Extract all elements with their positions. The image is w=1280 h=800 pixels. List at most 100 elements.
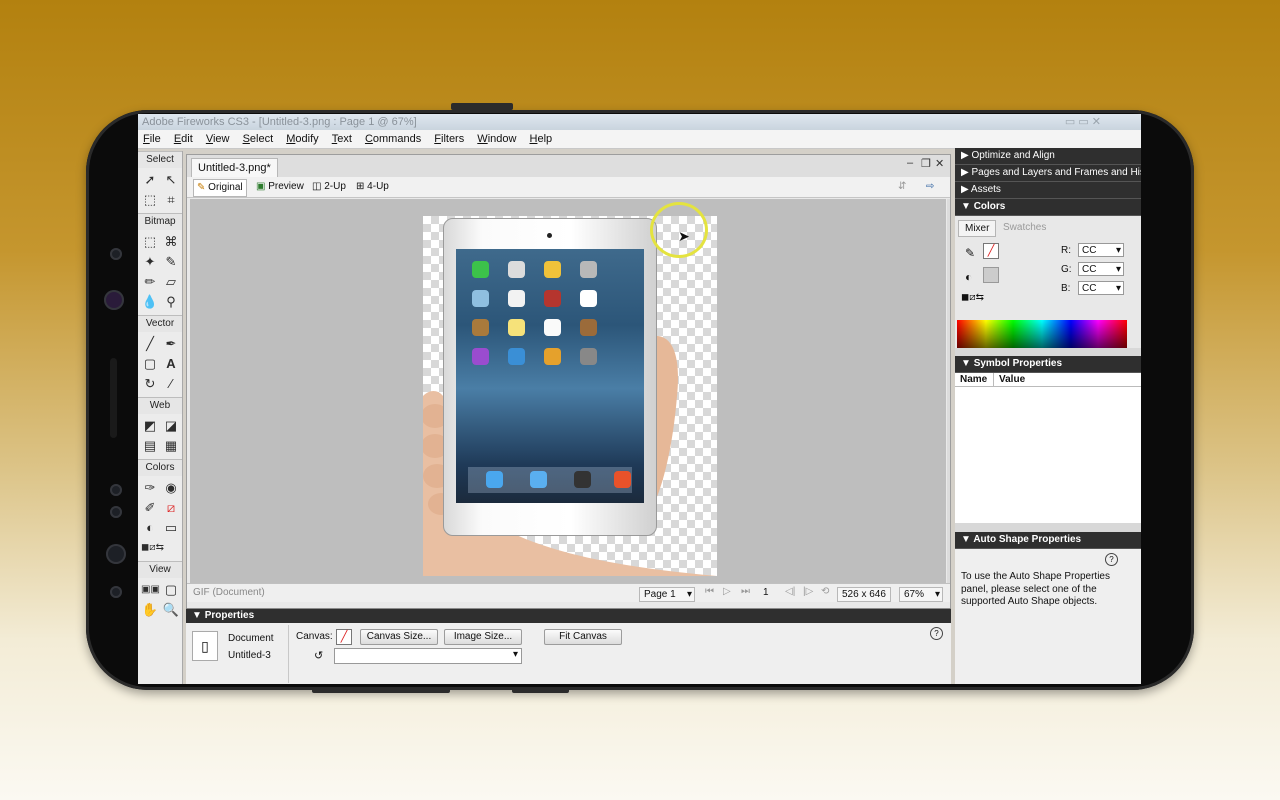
- fill-color-swatch[interactable]: [983, 267, 999, 283]
- canvas-image[interactable]: [423, 216, 717, 576]
- colors-panel-header[interactable]: ▼ Colors: [955, 199, 1141, 216]
- tab-swatches[interactable]: Swatches: [997, 220, 1052, 235]
- symbol-properties-header[interactable]: ▼ Symbol Properties: [955, 356, 1141, 373]
- tools-section-web: Web: [138, 397, 182, 414]
- subselect-tool-icon[interactable]: ↖: [162, 171, 180, 189]
- phone-sensor-icon: [110, 248, 122, 260]
- window-controls[interactable]: ▭ ▭ ✕: [1065, 114, 1101, 130]
- chevron-down-icon: ▾: [512, 649, 518, 660]
- menu-help[interactable]: Help: [525, 130, 558, 148]
- menu-modify[interactable]: Modify: [281, 130, 323, 148]
- prev-frame-icon[interactable]: ◁|: [785, 586, 795, 597]
- tab-mixer[interactable]: Mixer: [958, 220, 997, 237]
- loop-icon[interactable]: ⟲: [821, 586, 829, 597]
- last-frame-icon[interactable]: ⏭: [741, 586, 750, 597]
- assets-panel-header[interactable]: ▶ Assets: [955, 182, 1141, 199]
- view-2up-button[interactable]: ◫ 2-Up: [309, 179, 349, 195]
- full-screen-icon[interactable]: ▢: [162, 581, 180, 599]
- canvas-area[interactable]: [190, 199, 946, 583]
- symbol-properties-table: Name Value: [955, 373, 1141, 523]
- restore-icon[interactable]: ❐: [921, 157, 931, 170]
- menu-window[interactable]: Window: [472, 130, 521, 148]
- default-colors-icon[interactable]: ◼⧄⇆: [141, 539, 164, 557]
- page-select[interactable]: Page 1 ▾: [639, 587, 695, 602]
- pages-panel-header[interactable]: ▶ Pages and Layers and Frames and Histor…: [955, 165, 1141, 182]
- g-label: G:: [1061, 264, 1072, 275]
- vertical-scrollbar[interactable]: [947, 199, 950, 583]
- fill-color-icon[interactable]: ◐: [141, 519, 159, 537]
- first-frame-icon[interactable]: ⏮: [705, 586, 714, 597]
- freeform-tool-icon[interactable]: ↻: [141, 375, 159, 393]
- rectangle-tool-icon[interactable]: ▢: [141, 355, 159, 373]
- marquee-tool-icon[interactable]: ⬚: [141, 233, 159, 251]
- menu-filters[interactable]: Filters: [429, 130, 469, 148]
- menu-select[interactable]: Select: [238, 130, 279, 148]
- color-mixer: Mixer Swatches ✎ ╱ ◐ ◼⧄⇆ R: CC ▾ G: CC ▾ B…: [955, 216, 1141, 348]
- menu-file[interactable]: File: [138, 130, 166, 148]
- slice-tool-icon[interactable]: ◪: [162, 417, 180, 435]
- knife-tool-icon[interactable]: ⁄: [162, 375, 180, 393]
- crop-tool-icon[interactable]: ⌗: [162, 191, 180, 209]
- next-frame-icon[interactable]: |▷: [803, 586, 813, 597]
- properties-title: Properties: [204, 610, 255, 621]
- stroke-color-swatch[interactable]: ╱: [983, 243, 999, 259]
- pen-tool-icon[interactable]: ✒: [162, 335, 180, 353]
- fill-swatch-icon[interactable]: ▭: [162, 519, 180, 537]
- canvas-color-swatch[interactable]: ╱: [336, 629, 352, 645]
- eraser-tool-icon[interactable]: ▱: [162, 273, 180, 291]
- col-value: Value: [999, 374, 1026, 385]
- zoom-tool-icon[interactable]: 🔍: [162, 601, 180, 619]
- optimize-panel-header[interactable]: ▶ Optimize and Align: [955, 148, 1141, 165]
- play-icon[interactable]: ▷: [723, 586, 731, 597]
- view-original-button[interactable]: ✎ Original: [193, 179, 247, 197]
- eyedropper-tool-icon[interactable]: ✑: [141, 479, 159, 497]
- menu-text[interactable]: Text: [327, 130, 357, 148]
- menu-edit[interactable]: Edit: [169, 130, 198, 148]
- stroke-swatch-icon[interactable]: ⧄: [162, 499, 180, 517]
- line-tool-icon[interactable]: ╱: [141, 335, 159, 353]
- help-icon[interactable]: ?: [930, 627, 943, 640]
- export-preview-icon[interactable]: ⇵: [895, 179, 909, 195]
- hand-tool-icon[interactable]: ✋: [141, 601, 159, 619]
- menu-view[interactable]: View: [201, 130, 235, 148]
- stroke-color-icon[interactable]: ✐: [141, 499, 159, 517]
- view-4up-button[interactable]: ⊞ 4-Up: [353, 179, 392, 195]
- quick-export-icon[interactable]: ⇨: [923, 179, 937, 195]
- lasso-tool-icon[interactable]: ⌘: [162, 233, 180, 251]
- auto-shape-properties-header[interactable]: ▼ Auto Shape Properties: [955, 532, 1141, 549]
- scale-tool-icon[interactable]: ⬚: [141, 191, 159, 209]
- page-select-value: Page 1: [644, 589, 676, 600]
- show-slices-icon[interactable]: ▦: [162, 437, 180, 455]
- chevron-down-icon: ▾: [1115, 245, 1121, 256]
- paint-bucket-tool-icon[interactable]: ◉: [162, 479, 180, 497]
- text-tool-icon[interactable]: A: [162, 355, 180, 373]
- blur-tool-icon[interactable]: 💧: [141, 293, 159, 311]
- help-icon[interactable]: ?: [1105, 553, 1118, 566]
- view-preview-button[interactable]: ▣ Preview: [253, 179, 307, 195]
- minimize-icon[interactable]: –: [907, 157, 913, 169]
- properties-header[interactable]: ▼ Properties: [186, 609, 951, 623]
- r-value-field[interactable]: CC ▾: [1078, 243, 1124, 257]
- b-value-field[interactable]: CC ▾: [1078, 281, 1124, 295]
- close-icon[interactable]: ✕: [935, 157, 944, 170]
- screen-mode-icon[interactable]: ▣▣: [141, 581, 160, 599]
- rotate-canvas-icon[interactable]: ↺: [314, 649, 323, 662]
- canvas-size-button[interactable]: Canvas Size...: [360, 629, 438, 645]
- swap-colors-icon[interactable]: ◼⧄⇆: [961, 292, 984, 303]
- hide-slices-icon[interactable]: ▤: [141, 437, 159, 455]
- canvas-rotate-select[interactable]: ▾: [334, 648, 522, 664]
- document-dimensions: 526 x 646: [837, 587, 891, 602]
- g-value-field[interactable]: CC ▾: [1078, 262, 1124, 276]
- brush-tool-icon[interactable]: ✎: [162, 253, 180, 271]
- rubber-stamp-tool-icon[interactable]: ⚲: [162, 293, 180, 311]
- image-size-button[interactable]: Image Size...: [444, 629, 522, 645]
- pencil-tool-icon[interactable]: ✏: [141, 273, 159, 291]
- menu-commands[interactable]: Commands: [360, 130, 426, 148]
- color-spectrum[interactable]: [957, 320, 1127, 348]
- fit-canvas-button[interactable]: Fit Canvas: [544, 629, 622, 645]
- hotspot-tool-icon[interactable]: ◩: [141, 417, 159, 435]
- pointer-tool-icon[interactable]: ➚: [141, 171, 159, 189]
- magic-wand-tool-icon[interactable]: ✦: [141, 253, 159, 271]
- document-tab[interactable]: Untitled-3.png*: [191, 158, 278, 178]
- zoom-select[interactable]: 67% ▾: [899, 587, 943, 602]
